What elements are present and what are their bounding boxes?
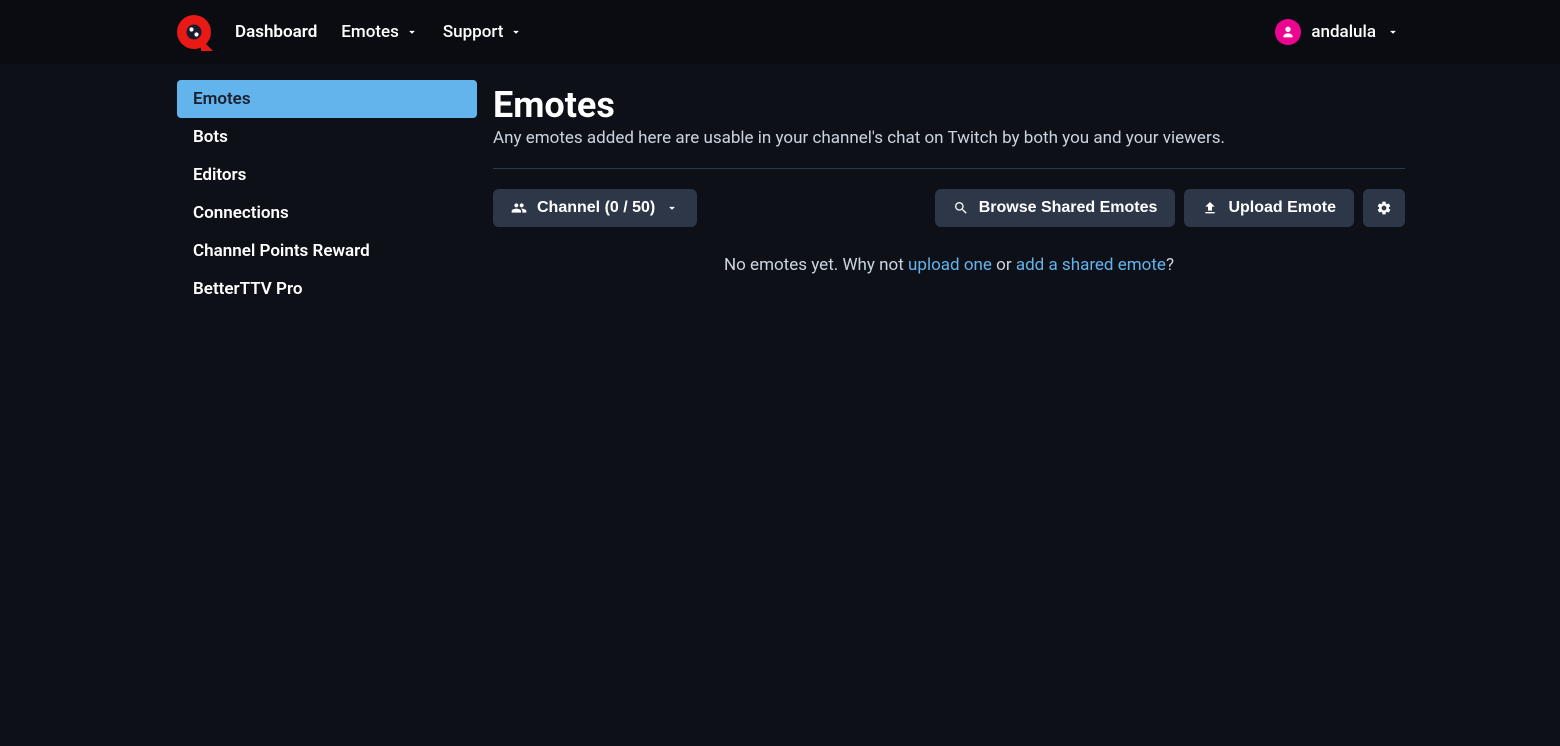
sidebar-item-label: Connections [193, 203, 289, 223]
upload-emote-button[interactable]: Upload Emote [1184, 189, 1354, 227]
page-subtitle: Any emotes added here are usable in your… [493, 128, 1405, 148]
channel-selector-label: Channel (0 / 50) [537, 199, 655, 217]
upload-icon [1202, 200, 1218, 216]
empty-suffix: ? [1166, 255, 1174, 275]
nav-dashboard-label: Dashboard [235, 22, 317, 42]
nav-emotes-label: Emotes [341, 22, 399, 42]
user-icon [1280, 24, 1296, 40]
upload-button-label: Upload Emote [1228, 199, 1336, 217]
header: Dashboard Emotes Support andalula [0, 0, 1560, 64]
divider [493, 168, 1405, 169]
settings-button[interactable] [1363, 189, 1405, 227]
content: Emotes Any emotes added here are usable … [477, 80, 1405, 308]
sidebar-item-channel-points[interactable]: Channel Points Reward [177, 232, 477, 270]
sidebar-item-editors[interactable]: Editors [177, 156, 477, 194]
logo[interactable] [177, 15, 211, 49]
username: andalula [1311, 22, 1376, 42]
avatar [1275, 19, 1301, 45]
upload-one-link[interactable]: upload one [908, 255, 992, 275]
nav-support[interactable]: Support [443, 22, 524, 42]
actions-row: Channel (0 / 50) Browse Shared Emotes [493, 189, 1405, 227]
sidebar-item-emotes[interactable]: Emotes [177, 80, 477, 118]
main-container: Emotes Bots Editors Connections Channel … [0, 64, 1560, 308]
sidebar-item-label: BetterTTV Pro [193, 279, 302, 299]
chevron-down-icon [1386, 25, 1400, 39]
sidebar-item-label: Bots [193, 127, 228, 147]
logo-icon [184, 22, 204, 42]
empty-prefix: No emotes yet. Why not [724, 255, 908, 275]
header-left: Dashboard Emotes Support [177, 15, 523, 49]
empty-state: No emotes yet. Why not upload one or add… [493, 255, 1405, 275]
user-menu[interactable]: andalula [1275, 19, 1400, 45]
page-title: Emotes [493, 84, 1405, 126]
browse-button-label: Browse Shared Emotes [979, 199, 1158, 217]
sidebar-item-label: Emotes [193, 89, 251, 109]
nav-dashboard[interactable]: Dashboard [235, 22, 317, 42]
actions-right: Browse Shared Emotes Upload Emote [935, 189, 1405, 227]
browse-shared-emotes-button[interactable]: Browse Shared Emotes [935, 189, 1176, 227]
sidebar-item-connections[interactable]: Connections [177, 194, 477, 232]
add-shared-emote-link[interactable]: add a shared emote [1016, 255, 1166, 275]
sidebar-item-label: Channel Points Reward [193, 241, 370, 261]
gear-icon [1376, 200, 1392, 216]
sidebar-item-betterttv-pro[interactable]: BetterTTV Pro [177, 270, 477, 308]
chevron-down-icon [405, 25, 419, 39]
sidebar: Emotes Bots Editors Connections Channel … [177, 80, 477, 308]
users-icon [511, 200, 527, 216]
sidebar-item-label: Editors [193, 165, 246, 185]
nav-support-label: Support [443, 22, 504, 42]
chevron-down-icon [665, 201, 679, 215]
sidebar-item-bots[interactable]: Bots [177, 118, 477, 156]
chevron-down-icon [509, 25, 523, 39]
nav-emotes[interactable]: Emotes [341, 22, 419, 42]
empty-middle: or [992, 255, 1016, 275]
channel-selector-button[interactable]: Channel (0 / 50) [493, 189, 697, 227]
search-icon [953, 200, 969, 216]
